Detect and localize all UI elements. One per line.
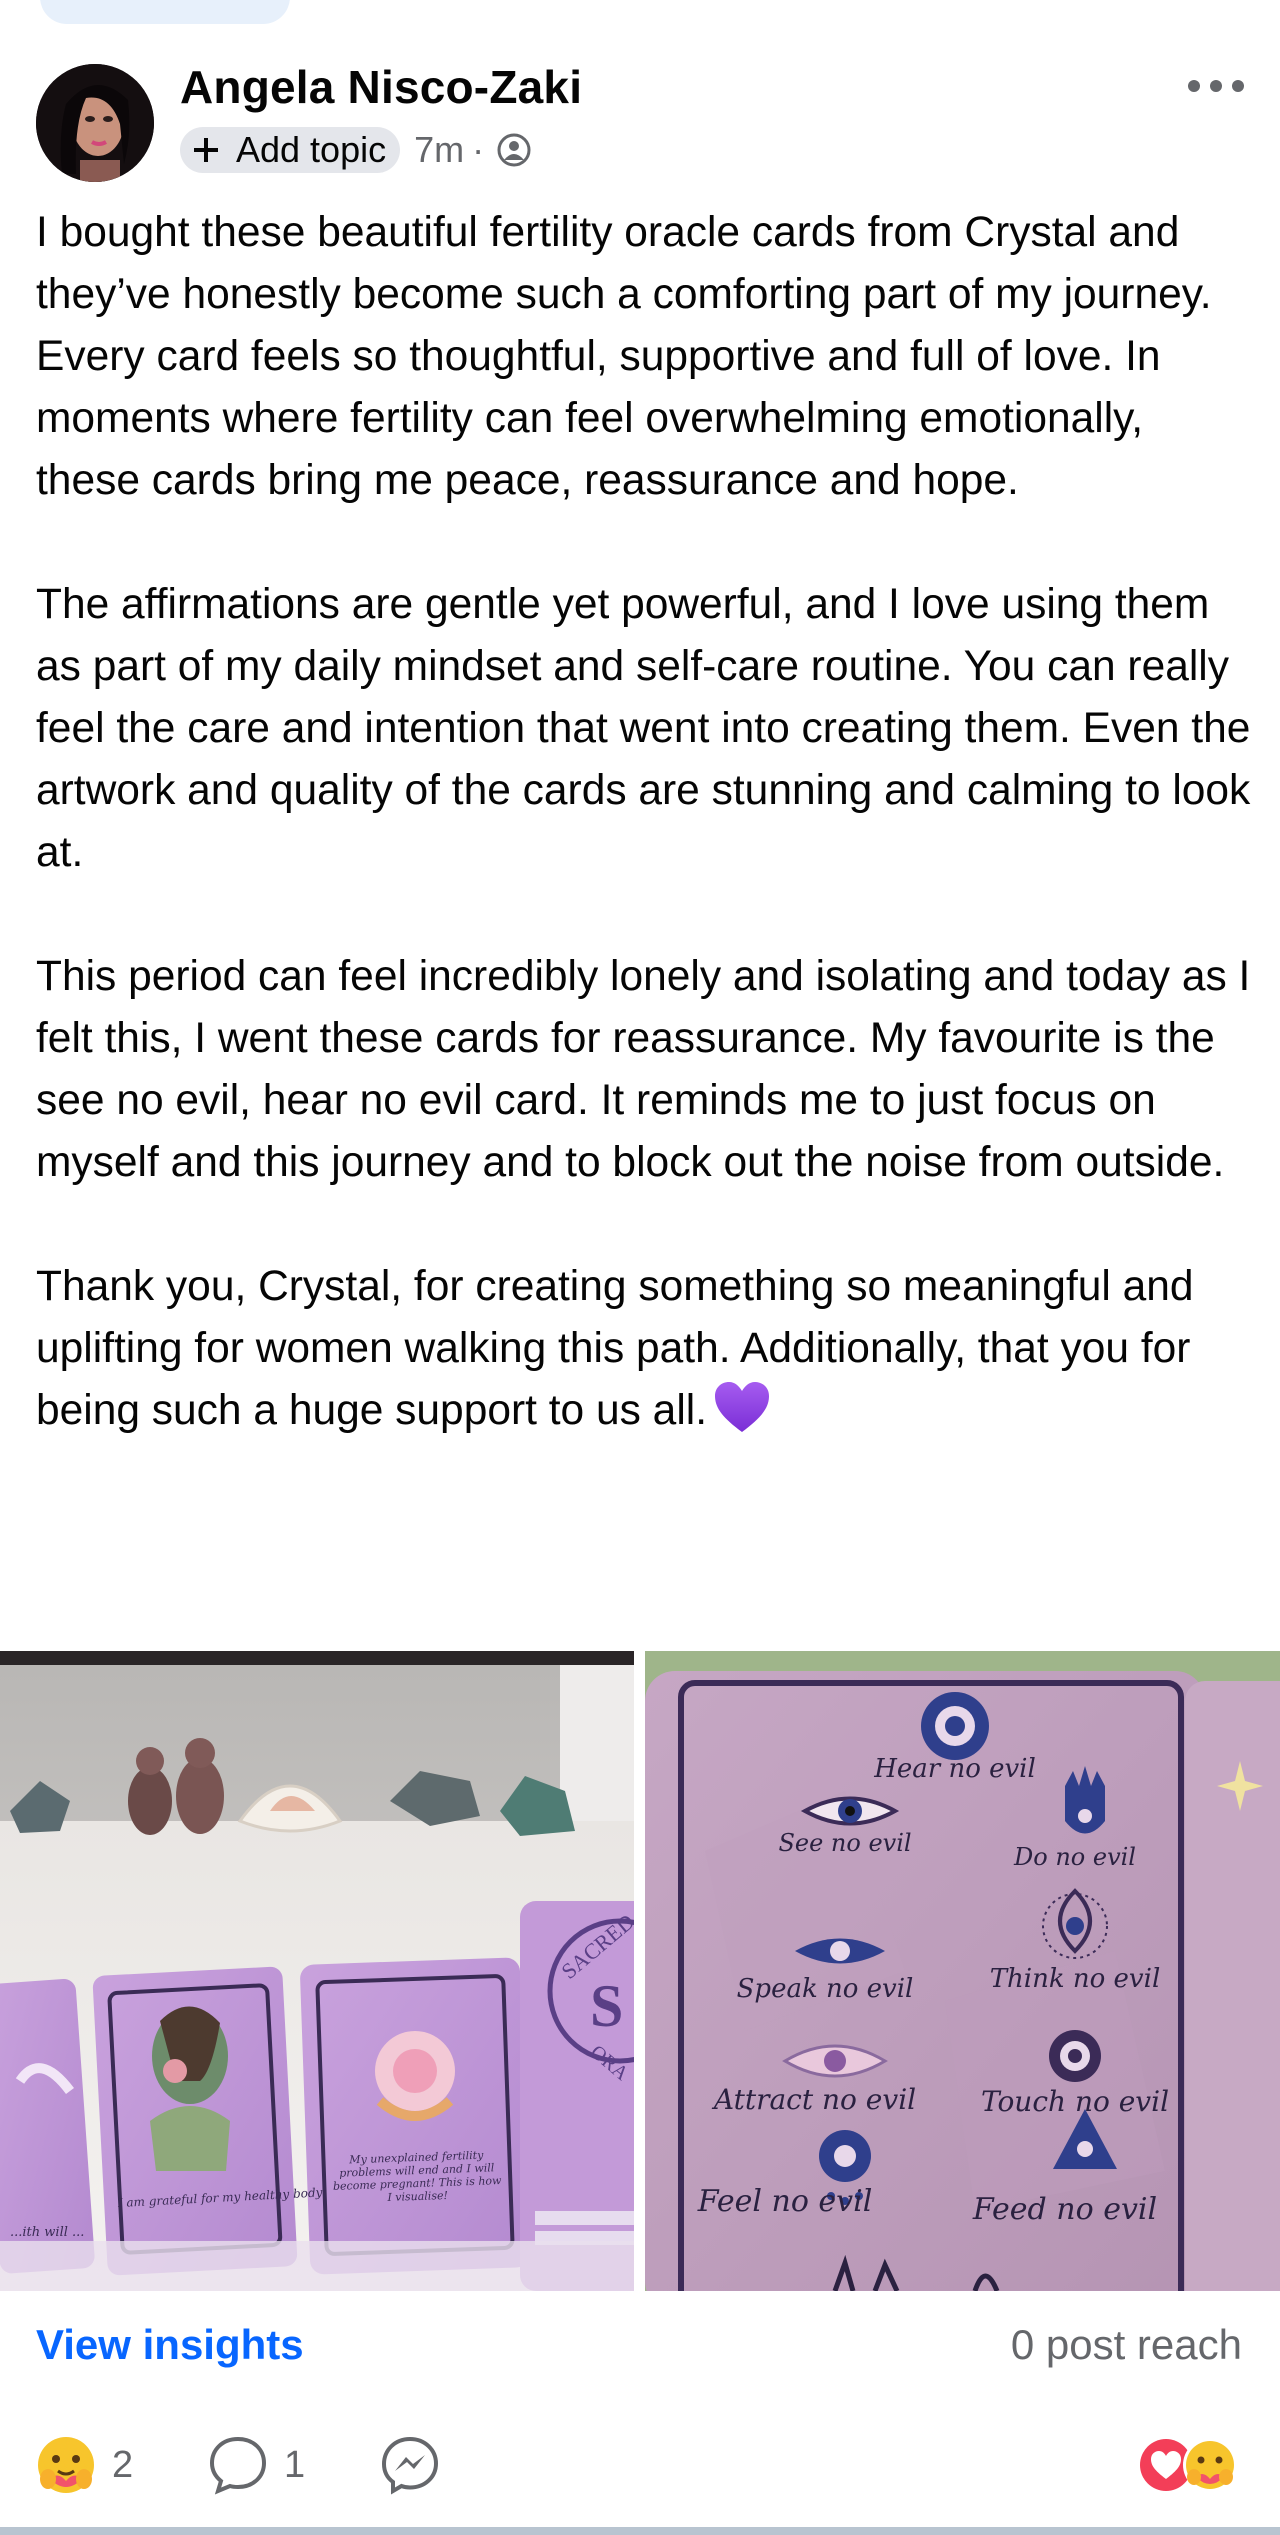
post-header: Angela Nisco-Zaki Add topic 7m · xyxy=(0,60,1280,182)
card-c-text-box: My unexplained fertility problems will e… xyxy=(332,2151,502,2205)
view-insights-link[interactable]: View insights xyxy=(36,2321,304,2369)
post-timestamp[interactable]: 7m xyxy=(414,129,464,171)
comment-button[interactable]: 1 xyxy=(208,2420,305,2510)
react-button[interactable]: 2 xyxy=(36,2420,133,2510)
post-body: I bought these beautiful fertility oracl… xyxy=(36,202,1252,1442)
reaction-count: 2 xyxy=(112,2443,134,2486)
card-c-text: My unexplained fertility problems will e… xyxy=(332,2151,502,2205)
card-item-do: Do no evil xyxy=(1013,1843,1136,1871)
meta-separator: · xyxy=(472,129,485,170)
post-paragraph-last: Thank you, Crystal, for creating somethi… xyxy=(36,1256,1252,1442)
comment-icon xyxy=(209,2436,267,2495)
post-paragraph: I bought these beautiful fertility oracl… xyxy=(36,209,1212,504)
card-item-speak: Speak no evil xyxy=(737,1974,914,2004)
card-a-text: ...ith will ... xyxy=(10,2225,84,2240)
card-item-think: Think no evil xyxy=(990,1964,1161,1994)
author-name[interactable]: Angela Nisco-Zaki xyxy=(180,60,582,114)
post-paragraph: The affirmations are gentle yet powerful… xyxy=(36,581,1251,876)
add-topic-button[interactable]: Add topic xyxy=(180,127,401,173)
post-paragraph-text: Thank you, Crystal, for creating somethi… xyxy=(36,1263,1194,1434)
plus-icon xyxy=(194,138,218,162)
care-icon xyxy=(1183,2438,1237,2492)
add-topic-label: Add topic xyxy=(236,129,387,170)
top-tab-pill[interactable] xyxy=(40,0,290,24)
box-label-initial: S xyxy=(590,1973,623,2039)
care-emoji-icon xyxy=(38,2437,94,2493)
avatar[interactable] xyxy=(36,64,154,182)
card-item-feed: Feed no evil xyxy=(972,2192,1157,2227)
post-reach-count: 0 post reach xyxy=(1010,2321,1242,2368)
card-item-attract: Attract no evil xyxy=(711,2083,916,2116)
post-actions: 2 1 xyxy=(0,2420,1280,2520)
post-paragraph: This period can feel incredibly lonely a… xyxy=(36,953,1251,1186)
reaction-summary[interactable] xyxy=(1138,2420,1242,2510)
more-horizontal-icon[interactable] xyxy=(1186,74,1246,98)
share-messenger-button[interactable] xyxy=(380,2420,440,2510)
card-item-touch: Touch no evil xyxy=(981,2085,1169,2118)
purple-heart-icon xyxy=(715,1382,770,1432)
feed-divider xyxy=(0,2527,1280,2535)
reaction-summary-icons xyxy=(1140,2438,1237,2492)
post-meta: Add topic 7m · xyxy=(180,124,532,176)
photo-cards-on-shelf[interactable]: SACRED S ORA ...ith will ... I am gratef… xyxy=(0,1651,634,2291)
card-item-feel: Feel no evil xyxy=(697,2184,873,2219)
messenger-icon xyxy=(381,2436,439,2495)
photo-grid: SACRED S ORA ...ith will ... I am gratef… xyxy=(0,1651,1280,2291)
photo-evil-eye-card[interactable]: Hear no evil See no evil Do no evil Spea… xyxy=(645,1651,1280,2291)
card-item-hear: Hear no evil xyxy=(873,1754,1036,1784)
card-item-see: See no evil xyxy=(778,1829,911,1857)
comment-count: 1 xyxy=(284,2443,306,2486)
friends-icon[interactable] xyxy=(496,132,532,168)
insights-bar: View insights 0 post reach xyxy=(0,2291,1280,2401)
